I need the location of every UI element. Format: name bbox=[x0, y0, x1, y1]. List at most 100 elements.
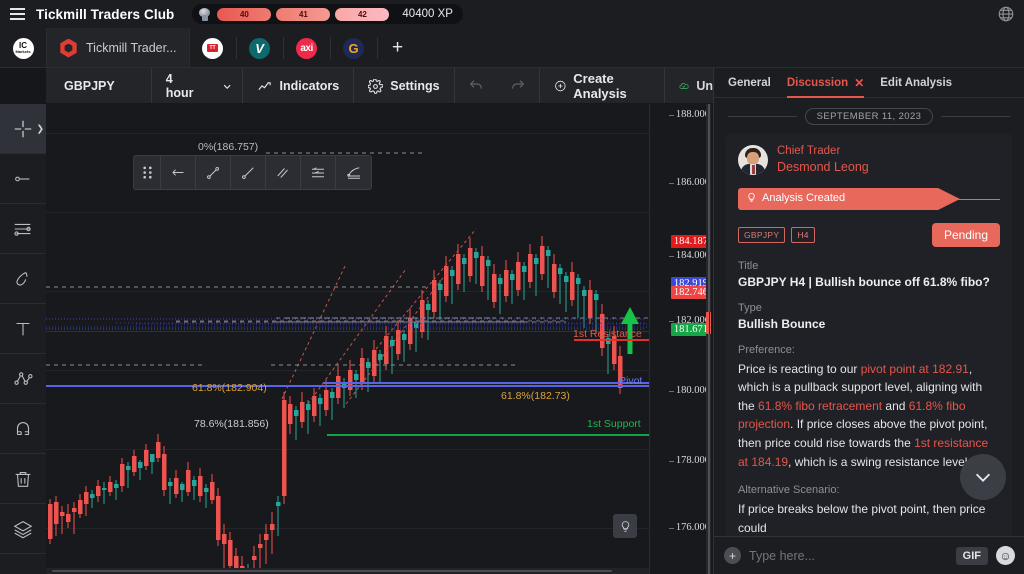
price-tick: 184.000 bbox=[668, 250, 710, 261]
panel-resize-handle[interactable] bbox=[706, 104, 711, 574]
type-label: Type bbox=[738, 301, 762, 314]
settings-label: Settings bbox=[390, 79, 440, 93]
xp-level-segment: 42 bbox=[335, 7, 390, 21]
symbol-tag: GBPJPY bbox=[738, 226, 786, 243]
xp-total: 40400 XP bbox=[402, 8, 453, 20]
price-axis[interactable]: 188.000 186.000 184.000 182.000 180.000 … bbox=[649, 104, 713, 574]
sidebar-tool-brush[interactable] bbox=[0, 254, 46, 304]
sidebar-tool-trendline[interactable] bbox=[0, 154, 46, 204]
g-icon: G bbox=[343, 37, 365, 59]
globe-icon[interactable] bbox=[997, 5, 1015, 23]
price-chart[interactable]: 1st Resistance Pivot 1st Support 0%(186.… bbox=[46, 104, 713, 574]
lightbulb-icon bbox=[748, 193, 755, 203]
crosshair-icon bbox=[14, 120, 32, 137]
chart-line-icon bbox=[258, 81, 272, 90]
price-tag-resistance: 184.187 bbox=[670, 235, 711, 248]
chevron-right-icon[interactable]: ❯ bbox=[36, 123, 44, 134]
levels-icon bbox=[312, 166, 324, 177]
tab-general-label: General bbox=[728, 76, 771, 89]
lightbulb-button[interactable] bbox=[613, 514, 637, 538]
browser-tab-bar: IC Markets Tickmill Trader... TT V axi G … bbox=[0, 28, 1024, 68]
close-icon[interactable]: ✕ bbox=[854, 76, 864, 90]
browser-tab[interactable]: TT bbox=[190, 28, 236, 68]
floating-drawing-toolbar bbox=[133, 155, 372, 190]
gif-button[interactable]: GIF bbox=[955, 546, 988, 565]
price-tag-support: 181.671 bbox=[670, 323, 711, 336]
analysis-title: GBPJPY H4 | Bullish bounce off 61.8% fib… bbox=[738, 274, 990, 289]
plus-circle-icon bbox=[554, 80, 566, 92]
chart-toolbar: GBPJPY 4 hour Indicators Settings Create… bbox=[46, 68, 713, 104]
sidebar-tool-levels[interactable] bbox=[0, 204, 46, 254]
drag-handle[interactable] bbox=[134, 155, 161, 190]
arrow-left-icon bbox=[172, 169, 183, 176]
horizontal-levels-button[interactable] bbox=[301, 155, 336, 190]
indicators-label: Indicators bbox=[279, 79, 340, 93]
sidebar-tool-text[interactable] bbox=[0, 304, 46, 354]
highlighted-term: 61.8% fibo retracement bbox=[758, 398, 883, 413]
date-label: SEPTEMBER 11, 2023 bbox=[804, 108, 934, 125]
text-icon bbox=[16, 322, 30, 335]
xp-level-segment: 41 bbox=[276, 7, 331, 21]
fib-tool-icon bbox=[346, 166, 360, 179]
xp-progress: 40 41 42 40400 XP bbox=[192, 4, 463, 24]
emoji-icon[interactable]: ☺ bbox=[996, 546, 1015, 565]
tab-general[interactable]: General bbox=[728, 68, 771, 98]
lightbulb-icon bbox=[621, 520, 629, 532]
highlighted-term: pivot point at 182.91 bbox=[860, 361, 969, 376]
indicators-button[interactable]: Indicators bbox=[243, 68, 355, 104]
browser-tab[interactable]: axi bbox=[284, 28, 330, 68]
scroll-to-bottom-button[interactable] bbox=[960, 454, 1006, 500]
horizontal-scrollbar[interactable] bbox=[46, 568, 649, 574]
price-tick: 176.000 bbox=[668, 522, 710, 533]
chevron-down-icon bbox=[975, 473, 991, 482]
fib-trendline bbox=[375, 228, 477, 350]
settings-button[interactable]: Settings bbox=[354, 68, 455, 104]
price-tick: 188.000 bbox=[668, 109, 710, 120]
sidebar-tool-magnet[interactable] bbox=[0, 404, 46, 454]
browser-tab[interactable]: IC Markets bbox=[0, 28, 46, 68]
timeframe-selector[interactable]: 4 hour bbox=[152, 68, 244, 104]
pivot-level-line-left bbox=[323, 382, 649, 384]
sidebar-tool-pattern[interactable] bbox=[0, 354, 46, 404]
sidebar-tool-delete[interactable] bbox=[0, 454, 46, 504]
browser-tab[interactable]: G bbox=[331, 28, 377, 68]
back-arrow-button[interactable] bbox=[161, 155, 196, 190]
alternative-label: Alternative Scenario: bbox=[738, 484, 840, 497]
author-name: Desmond Leong bbox=[777, 160, 869, 175]
create-analysis-button[interactable]: Create Analysis bbox=[540, 68, 666, 104]
plus-circle-icon[interactable]: + bbox=[724, 547, 741, 564]
price-tick: 178.000 bbox=[668, 455, 710, 466]
undo-button[interactable] bbox=[455, 68, 497, 104]
drawing-tools-sidebar: ❯ bbox=[0, 104, 46, 574]
body-text: , which is a swing resistance level. bbox=[788, 454, 971, 469]
symbol-selector[interactable]: GBPJPY bbox=[46, 68, 152, 104]
message-header: Chief Trader Desmond Leong bbox=[738, 144, 1000, 176]
ray-tool-button[interactable] bbox=[231, 155, 266, 190]
resistance-label: 1st Resistance bbox=[573, 328, 642, 340]
new-tab-button[interactable]: + bbox=[378, 28, 418, 68]
message-input[interactable] bbox=[749, 548, 948, 563]
preference-label: Preference: bbox=[738, 343, 795, 356]
tab-discussion[interactable]: Discussion ✕ bbox=[786, 68, 865, 98]
xp-level-segment: 40 bbox=[217, 7, 272, 21]
status-badge: Pending bbox=[931, 222, 1000, 247]
top-bar: Tickmill Traders Club 40 41 42 40400 XP bbox=[0, 0, 1024, 28]
panel-tabs: General Discussion ✕ Edit Analysis bbox=[714, 68, 1024, 98]
sidebar-tool-crosshair[interactable]: ❯ bbox=[0, 104, 46, 154]
parallel-channel-button[interactable] bbox=[266, 155, 301, 190]
undo-icon bbox=[469, 80, 482, 89]
parallel-lines-icon bbox=[277, 167, 288, 178]
sidebar-tool-layers[interactable] bbox=[0, 504, 46, 554]
browser-tab[interactable]: V bbox=[237, 28, 283, 68]
fib-tool-button[interactable] bbox=[336, 155, 371, 190]
tab-edit-analysis[interactable]: Edit Analysis bbox=[880, 68, 952, 98]
hamburger-icon[interactable] bbox=[0, 0, 34, 28]
trendline-button[interactable] bbox=[196, 155, 231, 190]
support-level-line bbox=[327, 434, 649, 436]
timeframe-tag: H4 bbox=[791, 226, 815, 243]
tag-row: GBPJPY H4 Pending bbox=[738, 222, 1000, 247]
redo-button[interactable] bbox=[497, 68, 540, 104]
axi-icon: axi bbox=[296, 37, 318, 59]
save-status[interactable]: Un bbox=[665, 68, 713, 104]
browser-tab-active[interactable]: Tickmill Trader... bbox=[46, 28, 190, 68]
